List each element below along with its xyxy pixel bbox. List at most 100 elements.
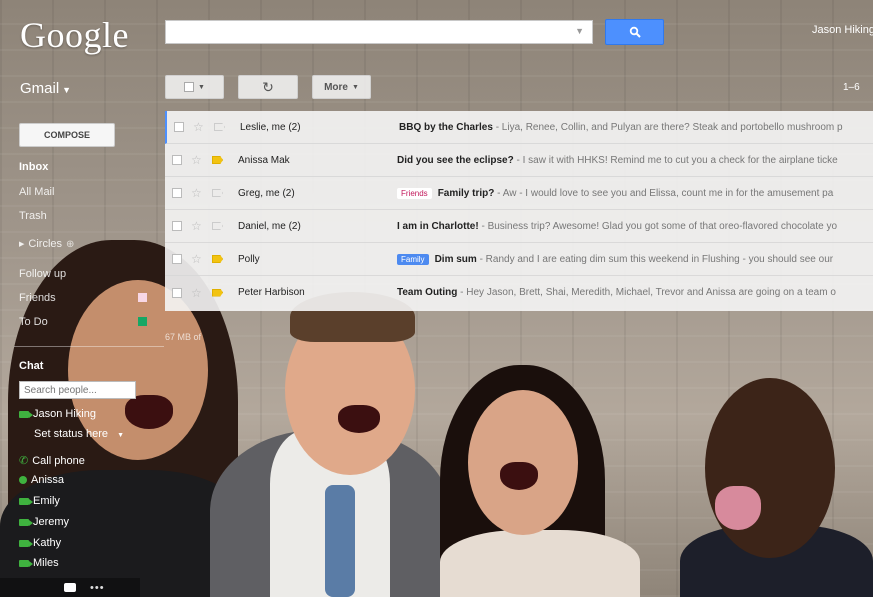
chat-contact-name: Call phone xyxy=(32,454,85,467)
message-snippet: - I saw it with HHKS! Remind me to cut y… xyxy=(513,154,838,166)
message-row[interactable]: ☆ Leslie, me (2) BBQ by the Charles - Li… xyxy=(165,111,873,144)
search-options-icon[interactable]: ▼ xyxy=(575,26,584,36)
sidebar-item-friends[interactable]: Friends xyxy=(19,292,56,304)
message-content: Did you see the eclipse? - I saw it with… xyxy=(397,155,838,166)
chat-contact-name: Anissa xyxy=(31,474,65,486)
message-subject: I am in Charlotte! xyxy=(397,220,479,232)
chat-self[interactable]: Jason Hiking xyxy=(19,408,96,420)
star-icon[interactable]: ☆ xyxy=(191,286,202,300)
online-status-icon xyxy=(19,476,27,484)
theme-photo-detail xyxy=(715,486,761,530)
star-icon[interactable]: ☆ xyxy=(191,153,202,167)
message-row[interactable]: ☆ Polly Family Dim sum - Randy and I are… xyxy=(165,243,873,276)
phone-icon: ✆ xyxy=(19,455,29,467)
to-do-label-color xyxy=(138,317,147,326)
google-logo[interactable]: Google xyxy=(20,14,129,56)
video-icon xyxy=(19,539,33,547)
message-sender: Polly xyxy=(238,253,260,265)
search-icon xyxy=(629,26,641,38)
select-checkbox-button[interactable]: ▼ xyxy=(165,75,224,99)
message-subject: Family trip? xyxy=(437,187,495,199)
message-sender: Leslie, me (2) xyxy=(240,121,301,133)
account-name[interactable]: Jason Hiking xyxy=(812,24,873,36)
message-content: Family Dim sum - Randy and I are eating … xyxy=(397,253,833,265)
message-row[interactable]: ☆ Peter Harbison Team Outing - Hey Jason… xyxy=(165,276,873,309)
row-checkbox[interactable] xyxy=(172,155,182,165)
sidebar-item-all-mail[interactable]: All Mail xyxy=(19,186,54,198)
chat-contact[interactable]: Miles xyxy=(19,557,59,569)
expand-arrow-icon[interactable]: ▶ xyxy=(19,240,24,248)
chat-search-input[interactable] xyxy=(19,381,136,399)
message-snippet: - Liya, Renee, Collin, and Pulyan are th… xyxy=(492,121,843,133)
video-icon xyxy=(19,518,33,526)
more-label: More xyxy=(324,81,348,93)
search-input[interactable]: ▼ xyxy=(165,20,593,44)
message-snippet: - Business trip? Awesome! Glad you got s… xyxy=(478,220,838,232)
message-subject: Team Outing xyxy=(397,287,458,298)
chat-bubble-icon[interactable] xyxy=(64,583,76,592)
row-checkbox[interactable] xyxy=(172,221,182,231)
theme-photo-detail xyxy=(125,395,173,429)
message-content: BBQ by the Charles - Liya, Renee, Collin… xyxy=(399,122,843,133)
star-icon[interactable]: ☆ xyxy=(193,120,204,134)
importance-marker-icon[interactable] xyxy=(212,222,223,230)
search-button[interactable] xyxy=(605,19,664,45)
message-sender: Daniel, me (2) xyxy=(238,220,301,232)
message-snippet: - Aw - I would love to see you and Eliss… xyxy=(494,187,834,199)
sidebar-item-circles[interactable]: ▶ Circles ⊕ xyxy=(19,238,74,250)
compose-button[interactable]: COMPOSE xyxy=(19,123,115,147)
sidebar-item-to-do[interactable]: To Do xyxy=(19,316,48,328)
message-content: Team Outing - Hey Jason, Brett, Shai, Me… xyxy=(397,287,836,298)
message-sender: Anissa Mak xyxy=(238,154,290,166)
video-icon xyxy=(19,559,33,567)
chat-contact[interactable]: Emily xyxy=(19,495,60,507)
chat-footer: ••• xyxy=(0,578,140,597)
row-checkbox[interactable] xyxy=(172,287,182,298)
more-options-icon[interactable]: ••• xyxy=(90,582,105,594)
app-switcher[interactable]: Gmail ▼ xyxy=(20,80,71,97)
sidebar-item-follow-up[interactable]: Follow up xyxy=(19,268,66,280)
chat-contact[interactable]: Anissa xyxy=(19,474,64,486)
chat-contact[interactable]: Kathy xyxy=(19,537,61,549)
row-checkbox[interactable] xyxy=(174,122,184,132)
chevron-down-icon: ▼ xyxy=(62,85,72,95)
sidebar-item-label: Circles xyxy=(28,238,63,250)
importance-marker-icon[interactable] xyxy=(212,255,223,263)
chat-contact-name: Emily xyxy=(33,495,60,507)
message-subject: Dim sum xyxy=(434,253,477,265)
chat-contact[interactable]: ✆ Call phone xyxy=(19,454,85,468)
theme-photo-person xyxy=(705,378,835,558)
sidebar-item-trash[interactable]: Trash xyxy=(19,210,47,222)
chat-contact[interactable]: Jeremy xyxy=(19,516,69,528)
chat-contact-name: Jeremy xyxy=(33,516,70,528)
chat-heading: Chat xyxy=(19,360,44,372)
more-button[interactable]: More ▼ xyxy=(312,75,371,99)
importance-marker-icon[interactable] xyxy=(214,123,225,131)
message-row[interactable]: ☆ Greg, me (2) Friends Family trip? - Aw… xyxy=(165,177,873,210)
label-chip-family[interactable]: Family xyxy=(397,253,429,265)
sidebar-item-inbox[interactable]: Inbox xyxy=(19,161,48,173)
star-icon[interactable]: ☆ xyxy=(191,219,202,233)
message-row[interactable]: ☆ Daniel, me (2) I am in Charlotte! - Bu… xyxy=(165,210,873,243)
message-sender: Greg, me (2) xyxy=(238,187,295,199)
circles-icon: ⊕ xyxy=(66,238,75,250)
chat-self-name: Jason Hiking xyxy=(33,408,96,420)
message-snippet: - Hey Jason, Brett, Shai, Meredith, Mich… xyxy=(457,287,836,298)
set-status-dropdown[interactable]: Set status here ▼ xyxy=(34,428,124,440)
chat-contact-name: Miles xyxy=(33,557,59,569)
label-chip-friends[interactable]: Friends xyxy=(397,187,432,199)
message-row[interactable]: ☆ Anissa Mak Did you see the eclipse? - … xyxy=(165,144,873,177)
importance-marker-icon[interactable] xyxy=(212,288,223,297)
star-icon[interactable]: ☆ xyxy=(191,252,202,266)
importance-marker-icon[interactable] xyxy=(212,189,223,197)
row-checkbox[interactable] xyxy=(172,254,182,264)
chevron-down-icon: ▼ xyxy=(198,83,205,91)
importance-marker-icon[interactable] xyxy=(212,156,223,164)
refresh-button[interactable]: ↻ xyxy=(238,75,298,99)
set-status-label: Set status here xyxy=(34,428,108,440)
storage-usage: 67 MB of xyxy=(165,332,202,342)
message-sender: Peter Harbison xyxy=(238,287,305,298)
theme-photo-person xyxy=(440,530,640,597)
row-checkbox[interactable] xyxy=(172,188,182,198)
star-icon[interactable]: ☆ xyxy=(191,186,202,200)
